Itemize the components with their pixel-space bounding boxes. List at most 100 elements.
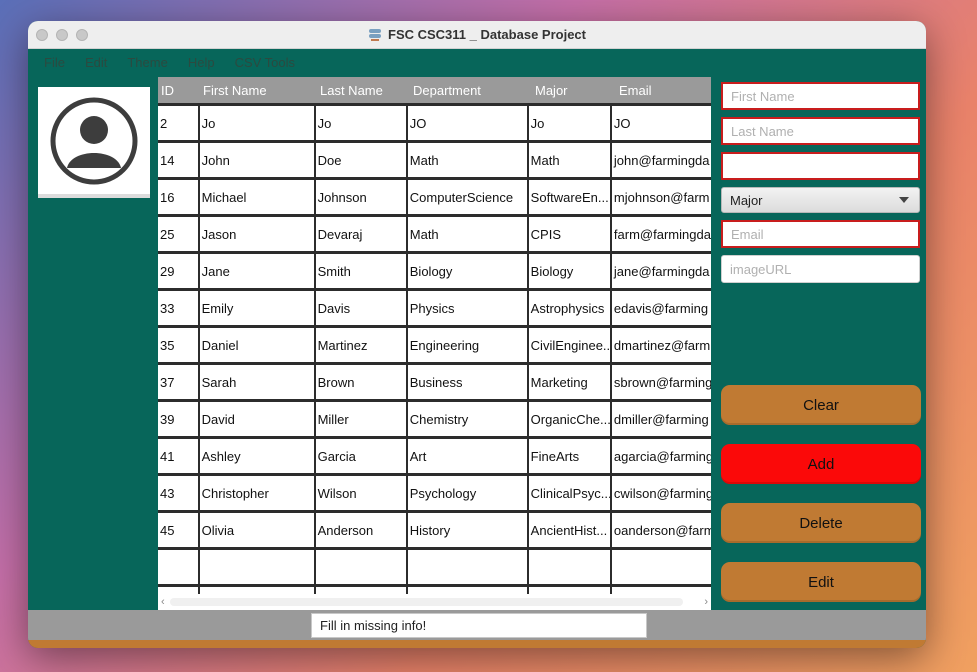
- add-button[interactable]: Add: [721, 444, 921, 484]
- table-row[interactable]: 35 Daniel Martinez Engineering CivilEnginee.…: [158, 328, 711, 362]
- table-cell: CivilEnginee...: [528, 328, 610, 362]
- table-cell: Marketing: [528, 365, 610, 399]
- first-name-field[interactable]: First Name: [721, 82, 920, 110]
- table-cell: Michael: [199, 180, 314, 214]
- table-cell: Biology: [407, 254, 527, 288]
- email-field[interactable]: Email: [721, 220, 920, 248]
- table-cell: Doe: [315, 143, 406, 177]
- table-cell: 2: [158, 106, 198, 140]
- window-controls: [36, 29, 88, 41]
- table-cell: 33: [158, 291, 198, 325]
- title-bar: FSC CSC311 _ Database Project: [28, 21, 926, 49]
- table-cell: [158, 550, 198, 584]
- table-cell: History: [407, 513, 527, 547]
- table-cell: Art: [407, 439, 527, 473]
- table-cell: 39: [158, 402, 198, 436]
- scroll-right-icon[interactable]: ›: [704, 596, 708, 608]
- table-cell: Math: [407, 217, 527, 251]
- department-field[interactable]: [721, 152, 920, 180]
- table-cell: JO: [611, 106, 711, 140]
- column-header-major[interactable]: Major: [532, 83, 616, 98]
- table-cell: FineArts: [528, 439, 610, 473]
- table-cell: Biology: [528, 254, 610, 288]
- table-cell: 14: [158, 143, 198, 177]
- table-cell: Business: [407, 365, 527, 399]
- table-cell: 45: [158, 513, 198, 547]
- table-cell: ComputerScience: [407, 180, 527, 214]
- column-header-email[interactable]: Email: [616, 83, 711, 98]
- column-header-first-name[interactable]: First Name: [200, 83, 317, 98]
- table-cell: Johnson: [315, 180, 406, 214]
- table-cell: OrganicChe...: [528, 402, 610, 436]
- app-window: FSC CSC311 _ Database Project File Edit …: [28, 21, 926, 648]
- scrollbar-thumb[interactable]: [170, 598, 683, 606]
- table-cell: Martinez: [315, 328, 406, 362]
- table-cell: Sarah: [199, 365, 314, 399]
- horizontal-scrollbar[interactable]: ‹ ›: [158, 594, 711, 610]
- last-name-field[interactable]: Last Name: [721, 117, 920, 145]
- close-window-button[interactable]: [36, 29, 48, 41]
- table-cell: Garcia: [315, 439, 406, 473]
- table-cell: JO: [407, 106, 527, 140]
- table-row[interactable]: 43 Christopher Wilson Psychology ClinicalPsy…: [158, 476, 711, 510]
- table-cell: agarcia@farming: [611, 439, 711, 473]
- table-cell: cwilson@farming: [611, 476, 711, 510]
- table-body: 2 Jo Jo JO Jo JO 14 John Doe Math Math john@farming…: [158, 106, 711, 610]
- column-header-last-name[interactable]: Last Name: [317, 83, 410, 98]
- table-row[interactable]: 29 Jane Smith Biology Biology jane@farmingda: [158, 254, 711, 288]
- table-row[interactable]: 45 Olivia Anderson History AncientHist... oan…: [158, 513, 711, 547]
- edit-button[interactable]: Edit: [721, 562, 921, 602]
- table-row[interactable]: 37 Sarah Brown Business Marketing sbrown@farm…: [158, 365, 711, 399]
- menu-csv-tools[interactable]: CSV Tools: [235, 55, 295, 70]
- table-cell: Engineering: [407, 328, 527, 362]
- table-cell: [611, 550, 711, 584]
- clear-button[interactable]: Clear: [721, 385, 921, 425]
- table-row[interactable]: 39 David Miller Chemistry OrganicChe... dmill…: [158, 402, 711, 436]
- table-row[interactable]: 41 Ashley Garcia Art FineArts agarcia@farming: [158, 439, 711, 473]
- scroll-left-icon[interactable]: ‹: [161, 596, 165, 608]
- table-cell: edavis@farming: [611, 291, 711, 325]
- table-row[interactable]: 2 Jo Jo JO Jo JO: [158, 106, 711, 140]
- table-cell: Jason: [199, 217, 314, 251]
- menu-edit[interactable]: Edit: [85, 55, 107, 70]
- table-row[interactable]: 16 Michael Johnson ComputerScience SoftwareE…: [158, 180, 711, 214]
- table-cell: AncientHist...: [528, 513, 610, 547]
- table-cell: Chemistry: [407, 402, 527, 436]
- table-cell: Smith: [315, 254, 406, 288]
- table-cell: dmiller@farming: [611, 402, 711, 436]
- column-header-id[interactable]: ID: [158, 83, 200, 98]
- table-cell: ClinicalPsyc...: [528, 476, 610, 510]
- table-cell: sbrown@farming: [611, 365, 711, 399]
- table-cell: Jo: [199, 106, 314, 140]
- minimize-window-button[interactable]: [56, 29, 68, 41]
- menu-file[interactable]: File: [44, 55, 65, 70]
- status-message: Fill in missing info!: [311, 613, 647, 638]
- table-cell: Olivia: [199, 513, 314, 547]
- major-dropdown[interactable]: Major: [721, 187, 920, 213]
- table-cell: [199, 550, 314, 584]
- table-cell: Wilson: [315, 476, 406, 510]
- table-row[interactable]: 33 Emily Davis Physics Astrophysics edavis@fa…: [158, 291, 711, 325]
- menu-theme[interactable]: Theme: [127, 55, 167, 70]
- table-cell: [407, 550, 527, 584]
- image-url-field[interactable]: imageURL: [721, 255, 920, 283]
- delete-button[interactable]: Delete: [721, 503, 921, 543]
- dropdown-arrow-icon: [899, 197, 909, 203]
- table-cell: Math: [528, 143, 610, 177]
- table-row[interactable]: 25 Jason Devaraj Math CPIS farm@farmingda: [158, 217, 711, 251]
- menu-help[interactable]: Help: [188, 55, 215, 70]
- zoom-window-button[interactable]: [76, 29, 88, 41]
- table-row[interactable]: 14 John Doe Math Math john@farmingda: [158, 143, 711, 177]
- profile-image[interactable]: [38, 87, 150, 198]
- bottom-accent-strip: [28, 640, 926, 648]
- window-title: FSC CSC311 _ Database Project: [368, 27, 586, 42]
- table-cell: Astrophysics: [528, 291, 610, 325]
- table-cell: Miller: [315, 402, 406, 436]
- table-header: ID First Name Last Name Department Major…: [158, 77, 711, 103]
- table-row[interactable]: [158, 550, 711, 584]
- table-cell: Math: [407, 143, 527, 177]
- table-cell: farm@farmingda: [611, 217, 711, 251]
- student-table[interactable]: ID First Name Last Name Department Major…: [158, 77, 711, 610]
- column-header-department[interactable]: Department: [410, 83, 532, 98]
- table-cell: Anderson: [315, 513, 406, 547]
